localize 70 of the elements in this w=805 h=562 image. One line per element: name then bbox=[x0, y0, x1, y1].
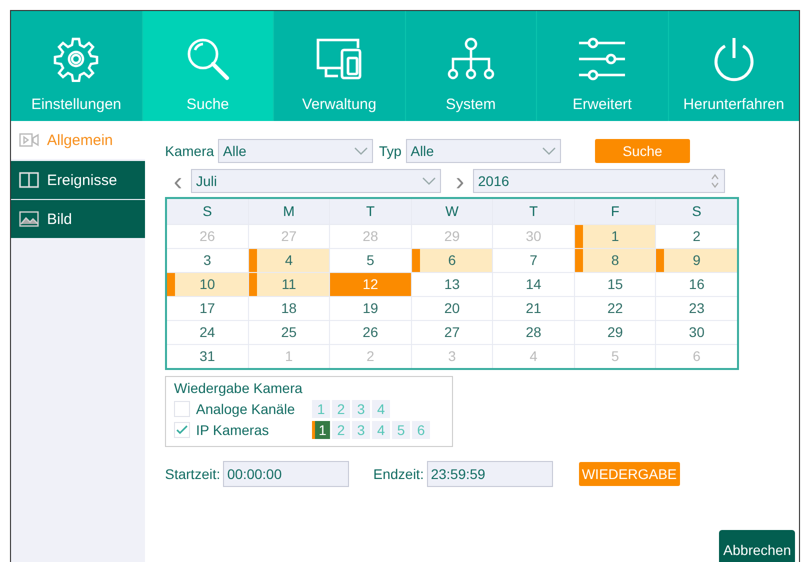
calendar-day[interactable]: 20 bbox=[412, 297, 492, 320]
calendar-day[interactable]: 19 bbox=[330, 297, 411, 320]
type-select[interactable]: Alle bbox=[406, 139, 561, 163]
calendar-day[interactable]: 30 bbox=[656, 321, 737, 344]
year-spinner[interactable]: 2016 bbox=[473, 169, 725, 193]
previous-month-button[interactable]: ‹ bbox=[165, 171, 191, 191]
calendar-day[interactable]: 16 bbox=[656, 273, 737, 296]
calendar-day[interactable]: 26 bbox=[330, 321, 411, 344]
spinner-icon bbox=[710, 173, 720, 189]
calendar-day[interactable]: 23 bbox=[656, 297, 737, 320]
calendar-day[interactable]: 5 bbox=[330, 249, 411, 272]
calendar-day[interactable]: 18 bbox=[248, 297, 330, 320]
calendar-day[interactable]: 8 bbox=[574, 249, 656, 272]
chevron-icon bbox=[354, 147, 368, 155]
type-label: Typ bbox=[379, 143, 402, 159]
calendar-day[interactable]: 21 bbox=[493, 297, 574, 320]
calendar-day[interactable]: 29 bbox=[574, 321, 656, 344]
weekday-header: T bbox=[493, 199, 574, 224]
weekday-header: W bbox=[412, 199, 492, 224]
gear-icon bbox=[53, 36, 100, 82]
sidebar-item[interactable]: Bild bbox=[11, 200, 145, 238]
network-icon bbox=[446, 36, 495, 82]
month-select[interactable]: Juli bbox=[191, 169, 441, 193]
weekday-header: S bbox=[167, 199, 248, 224]
weekday-header: S bbox=[656, 199, 737, 224]
checkbox[interactable] bbox=[174, 400, 190, 416]
calendar-day[interactable]: 31 bbox=[167, 345, 248, 368]
calendar-day[interactable]: 11 bbox=[248, 273, 330, 296]
image-icon bbox=[19, 211, 39, 227]
checkbox[interactable] bbox=[174, 422, 190, 438]
calendar-day[interactable]: 17 bbox=[167, 297, 248, 320]
devices-icon bbox=[314, 36, 364, 82]
end-time-label: Endzeit: bbox=[373, 466, 424, 482]
calendar-day[interactable]: 2 bbox=[656, 225, 737, 248]
channel-button[interactable]: 1 bbox=[312, 420, 330, 438]
calendar-day[interactable]: 6 bbox=[412, 249, 492, 272]
calendar-day[interactable]: 9 bbox=[656, 249, 737, 272]
weekday-header: T bbox=[330, 199, 411, 224]
end-time-field[interactable]: 23:59:59 bbox=[426, 461, 553, 487]
chevron-icon bbox=[542, 147, 556, 155]
video-icon bbox=[19, 133, 39, 147]
sliders-icon bbox=[577, 36, 628, 82]
calendar-day[interactable]: 27 bbox=[412, 321, 492, 344]
calendar-day[interactable]: 25 bbox=[248, 321, 330, 344]
chevron-icon bbox=[422, 177, 436, 185]
panel-icon bbox=[19, 172, 39, 188]
sidebar-item[interactable]: Ereignisse bbox=[11, 161, 145, 199]
channel-group-label: Analoge Kanäle bbox=[196, 400, 296, 416]
calendar-day[interactable]: 24 bbox=[167, 321, 248, 344]
calendar-day[interactable]: 7 bbox=[493, 249, 574, 272]
calendar-day[interactable]: 14 bbox=[493, 273, 574, 296]
playback-camera-title: Wiedergabe Kamera bbox=[174, 380, 304, 396]
next-month-button[interactable]: › bbox=[447, 171, 473, 191]
calendar-day[interactable]: 1 bbox=[574, 225, 656, 248]
start-time-label: Startzeit: bbox=[165, 466, 220, 482]
calendar-day[interactable]: 13 bbox=[412, 273, 492, 296]
calendar-day[interactable]: 10 bbox=[167, 273, 248, 296]
weekday-header: F bbox=[574, 199, 656, 224]
camera-select[interactable]: Alle bbox=[218, 139, 374, 163]
weekday-header: M bbox=[248, 199, 330, 224]
cancel-button[interactable]: Abbrechen bbox=[719, 530, 795, 562]
calendar-day[interactable]: 15 bbox=[574, 273, 656, 296]
calendar-day[interactable]: 3 bbox=[167, 249, 248, 272]
calendar-day[interactable]: 4 bbox=[248, 249, 330, 272]
start-time-field[interactable]: 00:00:00 bbox=[223, 461, 350, 487]
camera-label: Kamera bbox=[165, 143, 214, 159]
search-icon bbox=[184, 36, 231, 82]
calendar-day[interactable]: 28 bbox=[493, 321, 574, 344]
channel-group-label: IP Kameras bbox=[196, 422, 270, 438]
calendar-day[interactable]: 22 bbox=[574, 297, 656, 320]
